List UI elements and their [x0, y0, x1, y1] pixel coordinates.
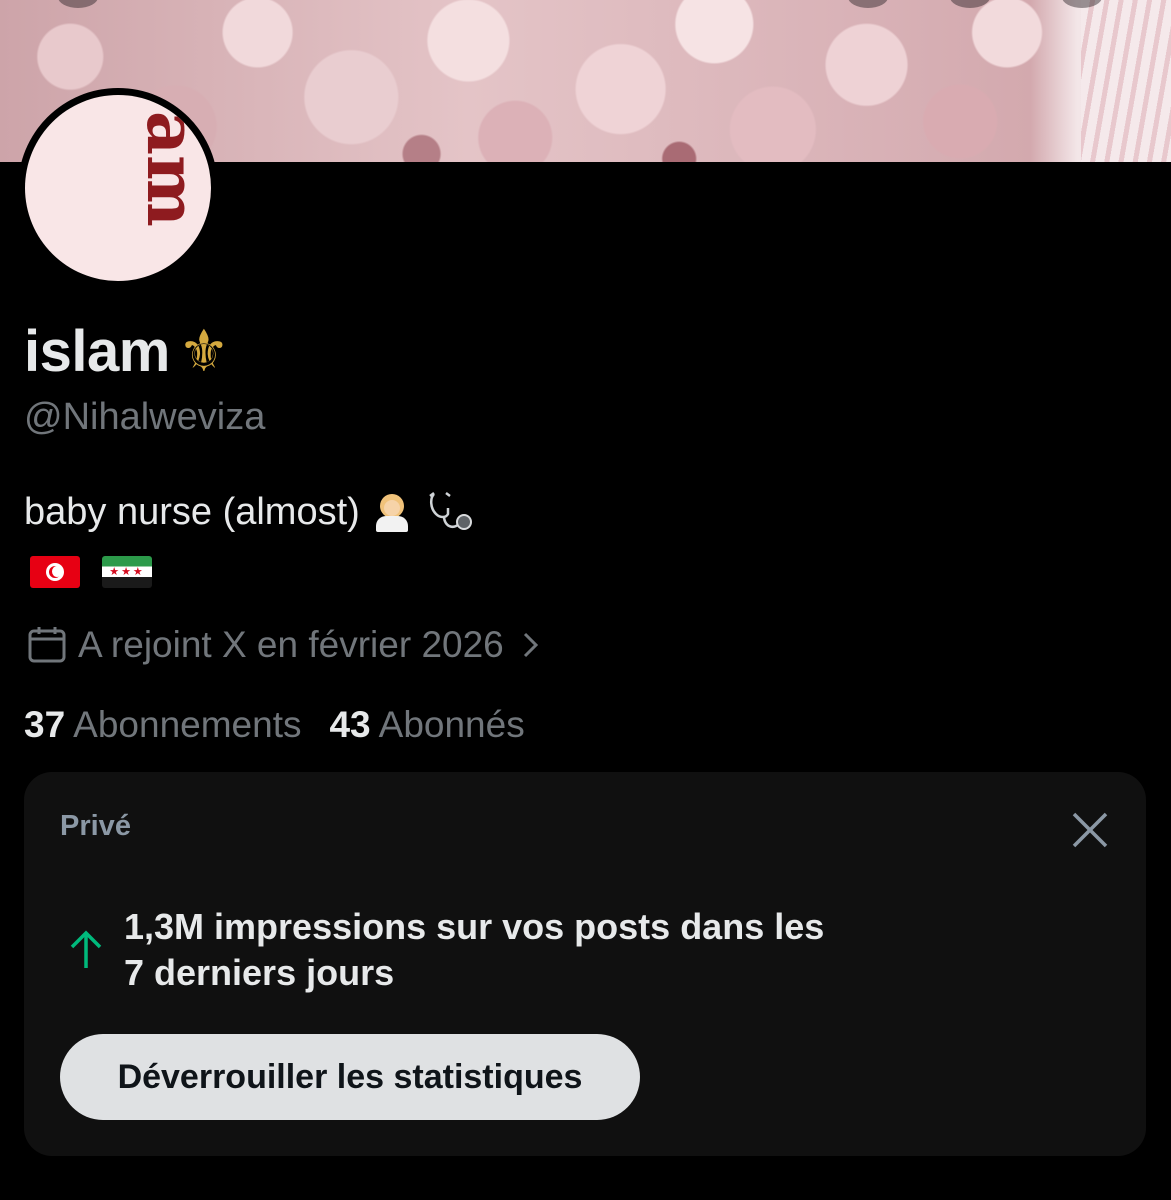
trend-up-arrow-icon: [70, 930, 102, 968]
syria-flag-icon: ★★★: [102, 556, 152, 588]
avatar[interactable]: am: [18, 88, 218, 288]
banner-fabric: [1081, 0, 1171, 162]
follow-stats: 37 Abonnements 43 Abonnés: [24, 704, 525, 746]
following-count: 37: [24, 704, 66, 745]
grok-button[interactable]: [848, 0, 888, 8]
private-tag: Privé: [60, 810, 131, 842]
stethoscope-icon: [429, 492, 472, 530]
private-stats-card: Privé 1,3M impressions sur vos posts dan…: [24, 772, 1146, 1156]
impressions-message: 1,3M impressions sur vos posts dans les …: [66, 904, 824, 996]
followers-label: Abonnés: [378, 704, 525, 745]
impressions-line-1: 1,3M impressions sur vos posts dans les: [124, 906, 825, 947]
fleur-de-lis-icon: ⚜: [177, 317, 230, 385]
username-handle: @Nihalweviza: [24, 396, 266, 438]
unlock-statistics-button[interactable]: Déverrouiller les statistiques: [60, 1034, 640, 1120]
tunisia-flag-icon: [30, 556, 80, 588]
following-label: Abonnements: [73, 704, 302, 745]
avatar-image: am: [25, 95, 211, 281]
back-button[interactable]: [58, 0, 98, 8]
display-name-row: islam ⚜: [24, 318, 230, 384]
woman-health-worker-icon: [372, 492, 412, 532]
followers-count: 43: [329, 704, 371, 745]
followers-link[interactable]: 43 Abonnés: [329, 704, 524, 746]
joined-text: A rejoint X en février 2026: [78, 624, 504, 665]
profile-page: am islam ⚜ @Nihalweviza baby nurse (almo…: [0, 0, 1171, 1200]
following-link[interactable]: 37 Abonnements: [24, 704, 301, 746]
profile-bio: baby nurse (almost): [24, 490, 474, 534]
avatar-graphic: am: [131, 111, 211, 228]
joined-date[interactable]: A rejoint X en février 2026: [26, 622, 544, 668]
calendar-icon: [28, 627, 66, 663]
chevron-right-icon: [523, 632, 538, 658]
bio-text: baby nurse (almost): [24, 490, 360, 533]
search-button[interactable]: [950, 0, 990, 8]
display-name: islam: [24, 318, 170, 384]
bio-flags: ★★★: [30, 556, 152, 588]
close-icon[interactable]: [1068, 808, 1112, 852]
impressions-text: 1,3M impressions sur vos posts dans les …: [124, 904, 824, 996]
impressions-line-2: 7 derniers jours: [124, 952, 395, 993]
